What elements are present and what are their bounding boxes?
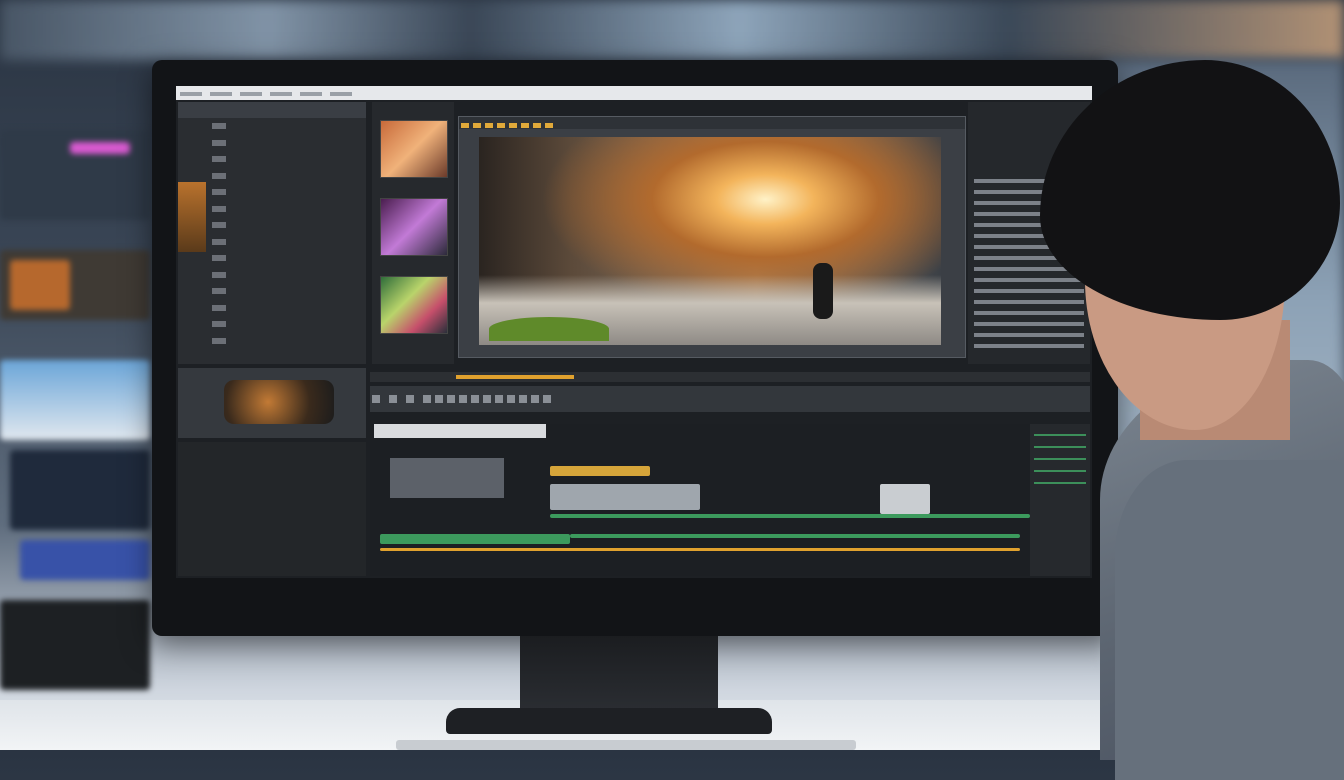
- monitor-stand-base: [446, 708, 772, 734]
- folder-icon: [212, 321, 226, 328]
- video-frame: [479, 137, 941, 345]
- timeline-clip[interactable]: [550, 484, 700, 510]
- progress-bar[interactable]: [456, 375, 574, 379]
- bin-thumbnail[interactable]: [380, 276, 448, 334]
- folder-icon: [212, 222, 226, 229]
- list-item[interactable]: [206, 168, 366, 185]
- list-item[interactable]: [206, 333, 366, 350]
- video-editor-screen: [176, 86, 1092, 578]
- folder-icon: [212, 189, 226, 196]
- timeline-clip[interactable]: [570, 534, 1020, 538]
- folder-icon: [212, 156, 226, 163]
- media-browser-panel: [178, 102, 366, 364]
- list-item[interactable]: [206, 184, 366, 201]
- list-item[interactable]: [206, 151, 366, 168]
- list-item[interactable]: [206, 250, 366, 267]
- property-row: [178, 481, 366, 498]
- media-bins: [372, 102, 454, 364]
- blurred-shelf-left: [0, 110, 150, 700]
- bin-thumbnail[interactable]: [380, 120, 448, 178]
- property-row: [178, 465, 366, 482]
- list-item[interactable]: [206, 234, 366, 251]
- timeline[interactable]: [370, 424, 1090, 576]
- keyboard: [396, 740, 856, 750]
- zoom-icon[interactable]: [406, 395, 415, 403]
- list-item[interactable]: [206, 201, 366, 218]
- timeline-label: [374, 424, 546, 438]
- list-item[interactable]: [206, 300, 366, 317]
- folder-icon: [212, 172, 226, 179]
- property-row: [178, 514, 366, 531]
- list-item[interactable]: [206, 118, 366, 135]
- folder-icon: [212, 337, 226, 344]
- property-row: [178, 498, 366, 515]
- properties-panel: [178, 442, 366, 576]
- menu-bar[interactable]: [176, 86, 1092, 100]
- blurred-background-top: [0, 0, 1344, 60]
- person: [1000, 60, 1344, 780]
- timeline-clip[interactable]: [380, 534, 570, 544]
- timeline-clip[interactable]: [550, 514, 1030, 518]
- hair: [1040, 60, 1340, 320]
- timeline-clip[interactable]: [380, 548, 1020, 551]
- thumbnail-strip: [178, 182, 206, 252]
- timeline-clip[interactable]: [880, 484, 930, 514]
- folder-icon: [212, 271, 226, 278]
- list-item[interactable]: [206, 217, 366, 234]
- edit-toolbar[interactable]: [370, 386, 1090, 412]
- monitor-stand: [520, 636, 718, 714]
- folder-icon: [212, 139, 226, 146]
- timeline-clip[interactable]: [550, 466, 650, 476]
- timeline-preview: [390, 458, 504, 498]
- figure-in-frame: [813, 263, 833, 319]
- list-item[interactable]: [206, 135, 366, 152]
- property-row: [178, 448, 366, 465]
- play-icon[interactable]: [372, 395, 380, 403]
- panel-header: [178, 102, 366, 118]
- list-item[interactable]: [206, 267, 366, 284]
- scissors-icon[interactable]: [389, 395, 398, 403]
- bin-thumbnail[interactable]: [380, 198, 448, 256]
- folder-icon: [212, 205, 226, 212]
- folder-icon: [212, 238, 226, 245]
- clip-preview-panel: [178, 368, 366, 438]
- list-item[interactable]: [206, 316, 366, 333]
- viewer-toolbar[interactable]: [459, 117, 965, 129]
- clip-thumbnail[interactable]: [224, 380, 334, 424]
- program-viewer[interactable]: [458, 116, 966, 358]
- transport-bar[interactable]: [370, 372, 1090, 382]
- folder-icon: [212, 123, 226, 130]
- folder-icon: [212, 255, 226, 262]
- list-item[interactable]: [206, 283, 366, 300]
- folder-icon: [212, 288, 226, 295]
- folder-icon: [212, 304, 226, 311]
